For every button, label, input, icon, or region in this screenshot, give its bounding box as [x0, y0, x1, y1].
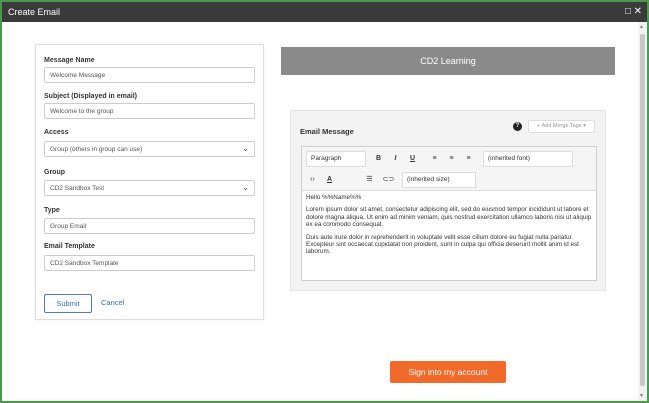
- body-paragraph-1: Lorem ipsum dolor sit amet, consectetur …: [306, 206, 592, 229]
- editor-toolbar: Paragraph B I U ≡ ≡ ≡ (inherited font) ‹…: [302, 147, 596, 191]
- message-name-label: Message Name: [44, 57, 95, 64]
- access-select-value: Group (others in group can use): [50, 146, 143, 153]
- align-left-icon[interactable]: ≡: [428, 152, 441, 166]
- help-icon[interactable]: ?: [513, 122, 522, 131]
- link-icon[interactable]: ⊂⊃: [382, 173, 395, 187]
- scroll-up-icon[interactable]: ▲: [639, 24, 644, 30]
- email-form-panel: Message Name Welcome Message Subject (Di…: [35, 44, 264, 320]
- font-size-select[interactable]: (inherited size): [402, 172, 476, 188]
- email-template-label: Email Template: [44, 243, 95, 250]
- italic-icon[interactable]: I: [389, 152, 402, 166]
- editor-content[interactable]: Hello %%Name%% Lorem ipsum dolor sit ame…: [306, 194, 592, 261]
- email-message-card: Email Message ? + Add Merge Tags ▾ Parag…: [290, 110, 606, 291]
- add-merge-tags-button[interactable]: + Add Merge Tags ▾: [528, 120, 595, 133]
- chevron-down-icon: ⌄: [242, 144, 249, 153]
- source-code-icon[interactable]: ‹›: [306, 173, 319, 187]
- submit-button[interactable]: Submit: [44, 294, 92, 313]
- vertical-scrollbar[interactable]: ▲ ▼: [638, 22, 647, 401]
- subject-label: Subject (Displayed in email): [44, 93, 137, 100]
- chevron-down-icon: ⌄: [242, 183, 249, 192]
- sign-in-button[interactable]: Sign into my account: [390, 361, 506, 383]
- access-select[interactable]: Group (others in group can use) ⌄: [44, 141, 255, 157]
- title-bar: Create Email □ ✕: [2, 2, 647, 22]
- group-select[interactable]: CD2 Sandbox Test ⌄: [44, 180, 255, 196]
- align-right-icon[interactable]: ≡: [462, 152, 475, 166]
- underline-icon[interactable]: U: [406, 152, 419, 166]
- email-message-label: Email Message: [300, 127, 354, 136]
- align-center-icon[interactable]: ≡: [445, 152, 458, 166]
- cancel-button[interactable]: Cancel: [101, 298, 124, 307]
- type-input[interactable]: Group Email: [44, 218, 255, 234]
- scrollbar-thumb[interactable]: [640, 34, 645, 386]
- group-select-value: CD2 Sandbox Test: [50, 185, 105, 192]
- font-family-select[interactable]: (inherited font): [483, 151, 573, 167]
- paragraph-format-select[interactable]: Paragraph: [306, 151, 366, 167]
- maximize-icon[interactable]: □: [625, 6, 631, 17]
- email-template-input[interactable]: CD2 Sandbox Template: [44, 255, 255, 271]
- scroll-down-icon[interactable]: ▼: [639, 393, 644, 399]
- close-icon[interactable]: ✕: [634, 6, 642, 17]
- greeting-text: Hello %%Name%%: [306, 194, 362, 201]
- access-label: Access: [44, 129, 69, 136]
- group-label: Group: [44, 169, 65, 176]
- preview-header: CD2 Learning: [281, 47, 615, 75]
- bold-icon[interactable]: B: [372, 152, 385, 166]
- window-title: Create Email: [8, 7, 61, 17]
- message-name-input[interactable]: Welcome Message: [44, 67, 255, 83]
- rich-text-editor[interactable]: Paragraph B I U ≡ ≡ ≡ (inherited font) ‹…: [301, 146, 597, 281]
- bullet-list-icon[interactable]: ☰: [363, 173, 376, 187]
- body-paragraph-2: Duis aute irure dolor in reprehenderit i…: [306, 233, 579, 256]
- subject-input[interactable]: Welcome to the group: [44, 103, 255, 119]
- type-label: Type: [44, 207, 60, 214]
- text-color-icon[interactable]: A: [323, 173, 336, 187]
